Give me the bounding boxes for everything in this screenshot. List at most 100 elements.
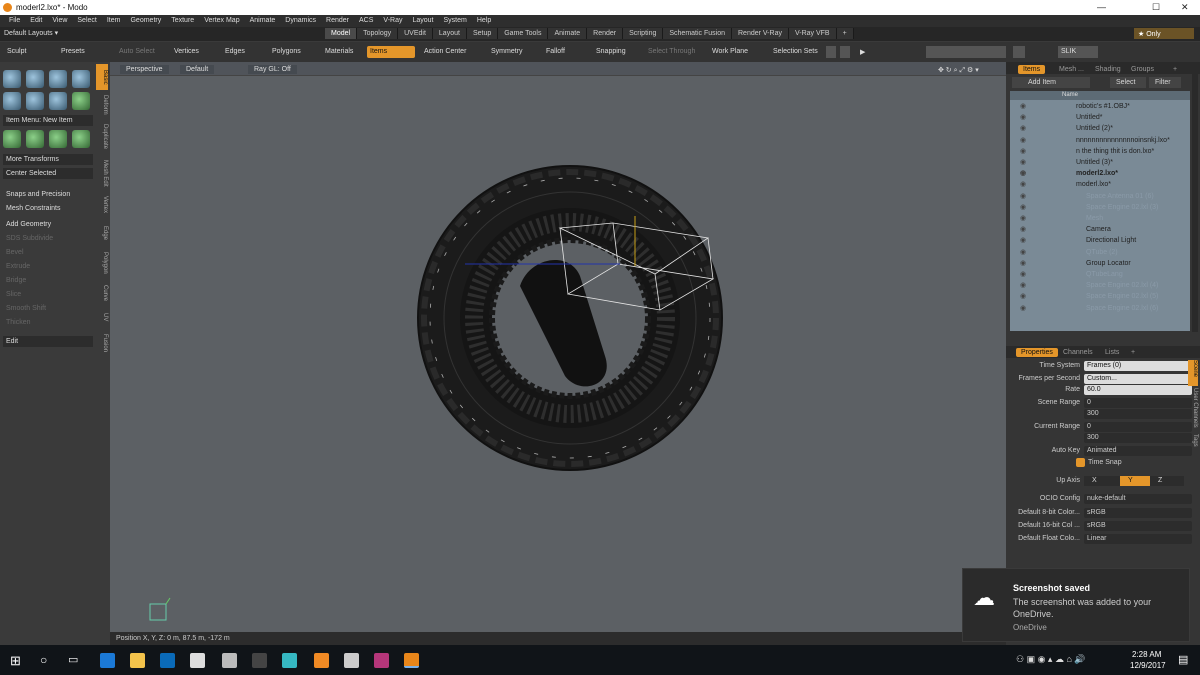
cortana-icon[interactable]: ○ [40,653,47,667]
tab-topology[interactable]: Topology [357,28,399,39]
tree-row[interactable]: ◉ nnnnnnnnnnnnnnnoinsnkj.lxo* [1020,136,1198,147]
menu-help[interactable]: Help [472,15,496,27]
app-icon[interactable] [282,653,297,668]
tab-scripting[interactable]: Scripting [623,28,664,39]
tree-row[interactable]: ◉ Untitled* [1020,113,1198,124]
tree-row[interactable]: ◉ moderl2.lxo* [1020,169,1198,180]
menu-animate[interactable]: Animate [245,15,281,27]
add-panel-tab[interactable]: + [1168,65,1182,74]
visibility-eye-icon[interactable]: ◉ [1020,304,1026,312]
side-tab-user-channels[interactable]: User Channels [1188,388,1198,432]
menu-dynamics[interactable]: Dynamics [280,15,321,27]
tab-shading[interactable]: Shading [1090,65,1126,74]
rate-field[interactable]: 60.0 [1084,385,1192,395]
toolbar-icon[interactable] [826,46,836,58]
tab-animate[interactable]: Animate [548,28,588,39]
tree-row[interactable]: ◉ Directional Light [1020,236,1198,247]
tab-layout[interactable]: Layout [432,28,467,39]
menu-view[interactable]: View [47,15,72,27]
tool-bevel[interactable]: Bevel [3,247,93,258]
toolbar-icons-group[interactable] [926,46,1006,58]
visibility-eye-icon[interactable]: ◉ [1020,136,1026,144]
cube-icon[interactable] [3,70,21,88]
minimize-button[interactable]: — [1097,2,1106,12]
text-icon[interactable] [72,92,90,110]
tab-vray-vfb[interactable]: V-Ray VFB [788,28,837,39]
add-geometry-header[interactable]: Add Geometry [3,219,93,230]
transform-icon[interactable] [72,130,90,148]
tree-row[interactable]: ◉ QTubeLang [1020,270,1198,281]
tab-uvedit[interactable]: UVEdit [398,28,433,39]
menu-vray[interactable]: V-Ray [378,15,407,27]
menu-select[interactable]: Select [72,15,101,27]
tool-thicken[interactable]: Thicken [3,317,93,328]
store-icon[interactable] [160,653,175,668]
menu-edit[interactable]: Edit [25,15,47,27]
maximize-button[interactable]: ☐ [1152,2,1160,13]
time-snap-checkbox[interactable] [1076,458,1085,467]
up-axis-x[interactable]: X [1084,476,1120,486]
cylinder-icon[interactable] [49,70,67,88]
up-axis-z[interactable]: Z [1150,476,1184,486]
menu-system[interactable]: System [439,15,472,27]
up-axis-y[interactable]: Y [1120,476,1150,486]
select-through-button[interactable]: Select Through [645,46,698,58]
select-button[interactable]: Select [1110,77,1146,88]
app-icon[interactable] [374,653,389,668]
tab-game-tools[interactable]: Game Tools [498,28,549,39]
tab-groups[interactable]: Groups [1126,65,1159,74]
tree-row[interactable]: ◉ QTube (2) [1020,248,1198,259]
ocio-dropdown[interactable]: nuke-default [1084,494,1192,504]
visibility-eye-icon[interactable]: ◉ [1020,281,1026,289]
menu-vertex-map[interactable]: Vertex Map [199,15,244,27]
visibility-eye-icon[interactable]: ◉ [1020,169,1026,177]
view-type-dropdown[interactable]: Perspective [120,65,169,74]
viewport-nav-icons[interactable]: ✥ ↻ ⌕ ⤢ ⚙ ▾ [932,65,985,76]
tool-extrude[interactable]: Extrude [3,261,93,272]
torus-icon[interactable] [3,92,21,110]
falloff-button[interactable]: Falloff [543,46,568,58]
tab-channels[interactable]: Channels [1058,348,1098,357]
snaps-precision-button[interactable]: Snaps and Precision [3,189,93,200]
color16-dropdown[interactable]: sRGB [1084,521,1192,531]
tree-scrollbar[interactable] [1192,74,1198,332]
visibility-eye-icon[interactable]: ◉ [1020,203,1026,211]
tree-row[interactable]: ◉ Space Antenna 01 (6) [1020,192,1198,203]
tree-row[interactable]: ◉ Space Engine 02.lxl (6) [1020,304,1198,315]
snapping-button[interactable]: Snapping [593,46,629,58]
side-tab-deform[interactable]: Deform [96,92,108,118]
tree-row[interactable]: ◉ Space Engine 02.lxl (5) [1020,292,1198,303]
only-toggle[interactable]: ★ Only [1134,28,1194,39]
menu-texture[interactable]: Texture [166,15,199,27]
work-plane-button[interactable]: Work Plane [709,46,751,58]
play-icon[interactable]: ▶ [857,46,868,58]
scene-end-field[interactable]: 300 [1084,409,1192,419]
tool-bridge[interactable]: Bridge [3,275,93,286]
move-icon[interactable] [3,130,21,148]
current-end-field[interactable]: 300 [1084,433,1192,443]
side-tab-tags[interactable]: Tags [1188,434,1198,456]
tree-row[interactable]: ◉ Untitled (2)* [1020,124,1198,135]
explorer-icon[interactable] [130,653,145,668]
tree-row[interactable]: ◉ Space Engine 02.lxl (3) [1020,203,1198,214]
sphere-icon[interactable] [26,70,44,88]
side-tab-basic[interactable]: Basic [96,64,108,90]
menu-acs[interactable]: ACS [354,15,378,27]
rotate-icon[interactable] [26,130,44,148]
tree-row[interactable]: ◉ Mesh [1020,214,1198,225]
menu-item[interactable]: Item [102,15,126,27]
calculator-icon[interactable] [252,653,267,668]
side-tab-vertex[interactable]: Vertex [96,192,108,218]
center-selected-dropdown[interactable]: Center Selected [3,168,93,179]
app-icon[interactable] [222,653,237,668]
visibility-eye-icon[interactable]: ◉ [1020,248,1026,256]
toolbar-icon[interactable] [840,46,850,58]
menu-render[interactable]: Render [321,15,354,27]
visibility-eye-icon[interactable]: ◉ [1020,102,1026,110]
capsule-icon[interactable] [26,92,44,110]
menu-geometry[interactable]: Geometry [125,15,166,27]
modo-taskbar-icon[interactable] [404,653,419,668]
action-center-button[interactable]: Action Center [421,46,469,58]
visibility-eye-icon[interactable]: ◉ [1020,270,1026,278]
start-button[interactable]: ⊞ [10,653,21,669]
